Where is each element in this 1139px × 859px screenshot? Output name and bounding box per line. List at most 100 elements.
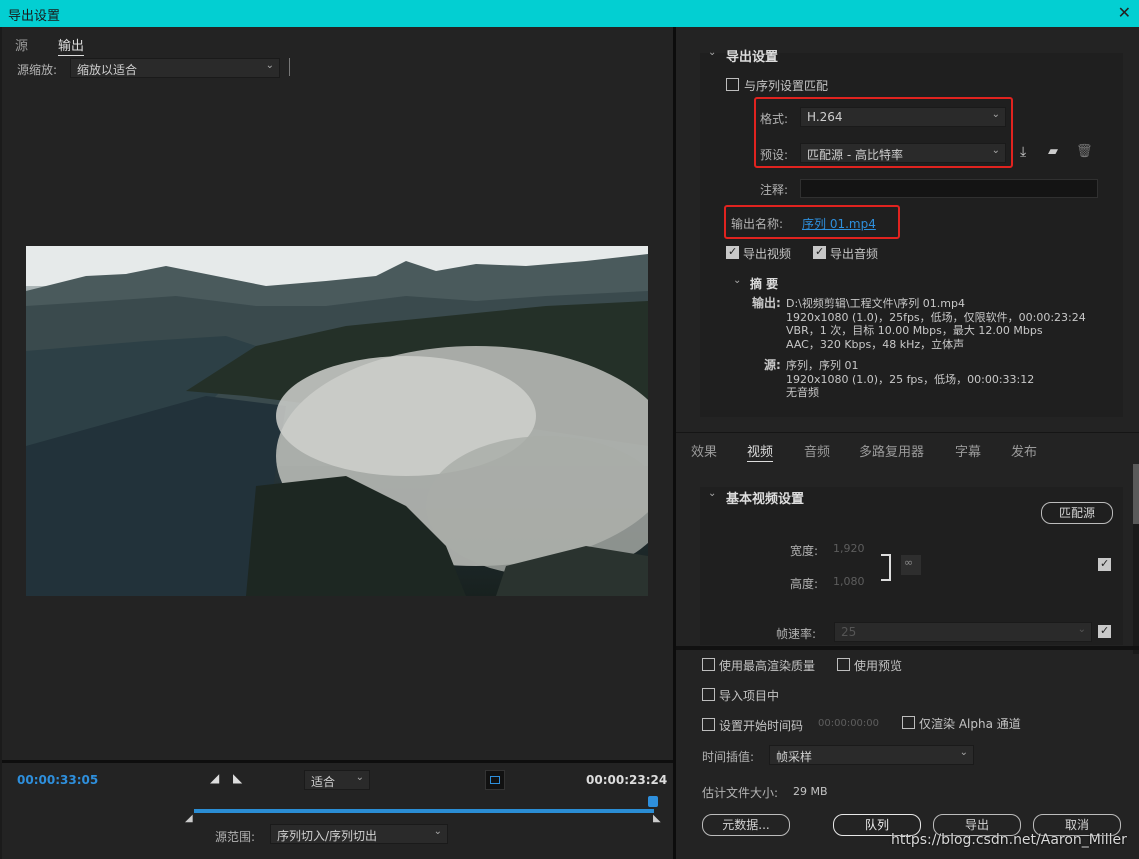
link-icon[interactable]: ∞ (901, 555, 921, 575)
summary-source-label: 源: (764, 358, 781, 372)
panel-divider[interactable] (673, 27, 676, 859)
height-value[interactable]: 1,080 (833, 575, 865, 588)
summary-source: 序列，序列 01 1920x1080 (1.0)，25 fps，低场，00:00… (786, 359, 1034, 400)
fit-dropdown[interactable]: 适合 ⌄ (304, 770, 370, 790)
export-video-checkbox[interactable] (726, 245, 739, 259)
aspect-icon[interactable] (485, 770, 505, 790)
divider (2, 760, 673, 763)
tab-source[interactable]: 源 (15, 35, 28, 54)
use-preview-label: 使用预览 (854, 659, 903, 673)
timeline-bar[interactable] (194, 809, 654, 813)
source-zoom-dropdown[interactable]: 缩放以适合 ⌄ (70, 58, 280, 78)
tab-output[interactable]: 输出 (58, 35, 85, 56)
chevron-down-icon[interactable]: ⌄ (733, 275, 741, 286)
match-source-button[interactable]: 匹配源 (1041, 502, 1113, 524)
import-project-checkbox[interactable] (702, 688, 715, 701)
summary-line: 1920x1080 (1.0)，25fps，低场，仅限软件，00:00:23:2… (786, 310, 1086, 324)
watermark: https://blog.csdn.net/Aaron_Miller (891, 832, 1127, 848)
source-range-dropdown[interactable]: 序列切入/序列切出 ⌄ (270, 824, 448, 844)
height-label: 高度: (790, 577, 819, 591)
format-dropdown[interactable]: H.264 ⌄ (800, 107, 1006, 127)
delete-preset-icon[interactable]: 🗑 (1076, 144, 1093, 159)
timecode-current[interactable]: 00:00:33:05 (17, 773, 98, 787)
summary-line: D:\视频剪辑\工程文件\序列 01.mp4 (786, 297, 965, 310)
summary-line: VBR，1 次，目标 10.00 Mbps，最大 12.00 Mbps (786, 324, 1043, 337)
chevron-down-icon: ⌄ (959, 747, 968, 758)
match-fps-checkbox[interactable] (1098, 624, 1111, 638)
mark-in-icon[interactable]: ◢ (210, 771, 219, 785)
tab-captions[interactable]: 字幕 (955, 441, 981, 460)
tab-multiplexer[interactable]: 多路复用器 (859, 441, 924, 460)
title-bar: 导出设置 ✕ (0, 0, 1139, 27)
format-label: 格式: (760, 112, 789, 126)
chevron-down-icon: ⌄ (991, 109, 1000, 120)
preset-label: 预设: (760, 148, 789, 162)
fit-value: 适合 (311, 775, 336, 789)
landscape-image (26, 246, 648, 596)
interp-value: 帧采样 (776, 750, 813, 764)
playhead-handle[interactable] (648, 796, 658, 807)
source-zoom-label: 源缩放: (17, 63, 58, 77)
tab-publish[interactable]: 发布 (1011, 441, 1037, 460)
export-video-label: 导出视频 (743, 247, 792, 261)
fps-value: 25 (841, 625, 857, 639)
start-timecode-checkbox[interactable] (702, 718, 715, 731)
max-render-label: 使用最高渲染质量 (719, 659, 816, 673)
divider (289, 58, 290, 76)
match-size-checkbox[interactable] (1098, 557, 1111, 571)
chevron-down-icon: ⌄ (991, 145, 1000, 156)
summary-title: 摘 要 (750, 277, 779, 291)
metadata-button[interactable]: 元数据... (702, 814, 790, 836)
fps-dropdown[interactable]: 25 ⌄ (834, 622, 1092, 642)
match-sequence-label: 与序列设置匹配 (744, 79, 829, 93)
chevron-down-icon: ⌄ (355, 772, 364, 783)
close-icon[interactable]: ✕ (1118, 3, 1131, 22)
output-name-link[interactable]: 序列 01.mp4 (802, 215, 876, 232)
interp-label: 时间插值: (702, 750, 755, 764)
preset-dropdown[interactable]: 匹配源 - 高比特率 ⌄ (800, 143, 1006, 163)
chevron-down-icon[interactable]: ⌄ (708, 47, 716, 58)
comment-label: 注释: (760, 183, 789, 197)
preview-image (26, 246, 648, 596)
output-name-label: 输出名称: (731, 217, 784, 231)
format-value: H.264 (807, 110, 843, 124)
link-bracket (881, 554, 891, 581)
mark-out-icon[interactable]: ◣ (233, 771, 242, 785)
summary-output: D:\视频剪辑\工程文件\序列 01.mp4 1920x1080 (1.0)，2… (786, 297, 1086, 351)
use-preview-checkbox[interactable] (837, 658, 850, 671)
filesize-label: 估计文件大小: (702, 786, 779, 800)
chevron-down-icon: ⌄ (265, 60, 274, 71)
summary-line: 无音频 (786, 386, 819, 399)
source-zoom-value: 缩放以适合 (77, 63, 138, 77)
scrollbar[interactable] (1133, 464, 1139, 654)
filesize-value: 29 MB (793, 785, 828, 798)
export-audio-checkbox[interactable] (813, 245, 826, 259)
tab-video[interactable]: 视频 (747, 441, 774, 462)
alpha-only-label: 仅渲染 Alpha 通道 (919, 717, 1021, 731)
preset-value: 匹配源 - 高比特率 (807, 148, 903, 162)
tab-audio[interactable]: 音频 (804, 441, 830, 460)
export-settings-title: 导出设置 (726, 50, 779, 65)
source-range-value: 序列切入/序列切出 (277, 829, 378, 843)
out-point-handle[interactable]: ◣ (653, 813, 661, 824)
chevron-down-icon[interactable]: ⌄ (708, 488, 716, 499)
source-range-label: 源范围: (215, 830, 256, 844)
import-preset-icon[interactable]: ▰ (1048, 144, 1058, 159)
width-label: 宽度: (790, 544, 819, 558)
import-project-label: 导入项目中 (719, 689, 780, 703)
interp-dropdown[interactable]: 帧采样 ⌄ (769, 745, 974, 765)
save-preset-icon[interactable]: ⤓ (1020, 144, 1026, 160)
chevron-down-icon: ⌄ (1077, 624, 1086, 635)
max-render-checkbox[interactable] (702, 658, 715, 671)
match-sequence-checkbox[interactable] (726, 78, 739, 91)
alpha-only-checkbox[interactable] (902, 716, 915, 729)
export-audio-label: 导出音频 (830, 247, 879, 261)
start-timecode-value[interactable]: 00:00:00:00 (818, 718, 879, 729)
fps-label: 帧速率: (776, 627, 817, 641)
in-point-handle[interactable]: ◢ (185, 813, 193, 824)
summary-line: 1920x1080 (1.0)，25 fps，低场，00:00:33:12 (786, 372, 1035, 386)
tab-effects[interactable]: 效果 (691, 441, 717, 460)
width-value[interactable]: 1,920 (833, 542, 865, 555)
comment-input[interactable] (800, 179, 1098, 198)
summary-line: 序列，序列 01 (786, 359, 859, 372)
